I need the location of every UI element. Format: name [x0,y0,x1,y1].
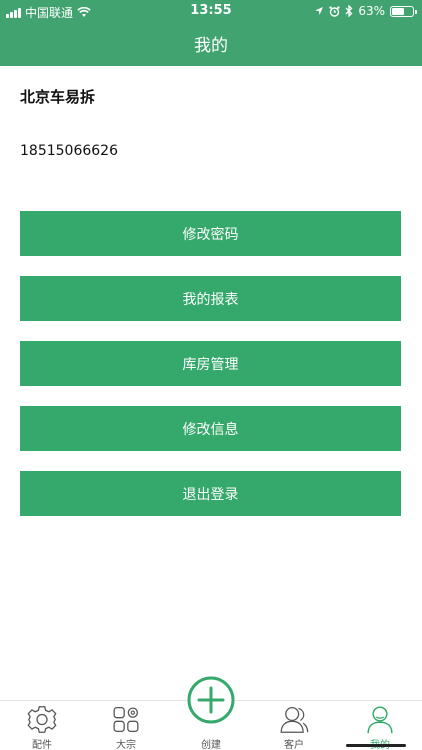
my-reports-button[interactable]: 我的报表 [20,276,401,321]
phone-number: 18515066626 [20,143,118,159]
plus-circle-icon [187,676,235,724]
gear-icon [27,706,57,733]
tab-bulk[interactable]: 大宗 [84,701,168,750]
tab-parts[interactable]: 配件 [0,701,84,750]
change-password-button[interactable]: 修改密码 [20,211,401,256]
logout-button[interactable]: 退出登录 [20,471,401,516]
tab-customers[interactable]: 客户 [252,701,336,750]
grid-icon [113,707,139,732]
status-bar: 中国联通 13:55 63% [0,0,422,22]
location-icon [315,7,324,15]
tab-label: 客户 [284,740,304,750]
tab-label: 我的 [370,736,390,750]
tab-mine[interactable]: 我的 [338,701,422,750]
alarm-icon [329,5,340,17]
create-label: 创建 [201,740,221,750]
tab-label: 配件 [32,740,52,750]
edit-info-button[interactable]: 修改信息 [20,406,401,451]
header: 中国联通 13:55 63% 我的 [0,0,422,66]
user-icon [367,706,393,734]
company-name: 北京车易拆 [20,88,96,106]
customers-icon [280,707,309,733]
page-title: 我的 [194,36,228,56]
battery-icon [390,5,417,17]
warehouse-management-button[interactable]: 库房管理 [20,341,401,386]
battery-percent: 63% [358,4,385,18]
bluetooth-icon [345,5,353,17]
home-indicator [346,744,406,747]
create-button[interactable] [187,676,235,724]
tab-label: 大宗 [116,740,136,750]
